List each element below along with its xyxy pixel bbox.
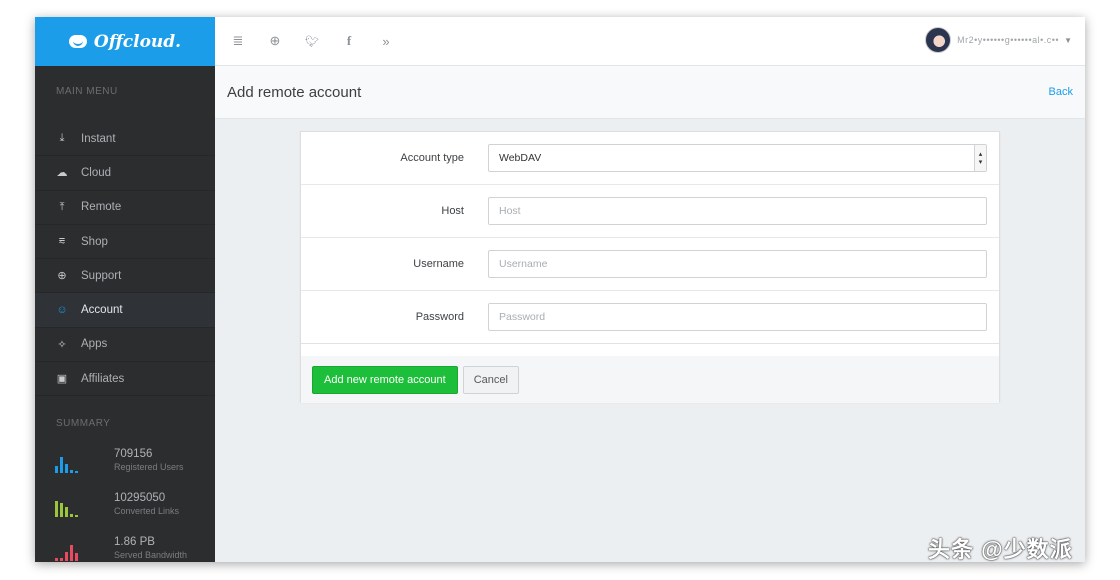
offcloud-logo-icon bbox=[68, 35, 87, 48]
stat-converted-links: 10295050 Converted Links bbox=[35, 489, 215, 533]
stat-registered-users: 709156 Registered Users bbox=[35, 445, 215, 489]
summary-heading: SUMMARY bbox=[56, 418, 111, 430]
brand-logo[interactable]: Offcloud. bbox=[35, 17, 215, 66]
wand-icon: ✧ bbox=[57, 338, 67, 351]
form-actions: Add new remote account Cancel bbox=[301, 356, 999, 403]
add-remote-account-button[interactable]: Add new remote account bbox=[312, 365, 458, 394]
cancel-button[interactable]: Cancel bbox=[462, 365, 519, 394]
sidebar-item-support[interactable]: ⊕ Support bbox=[35, 259, 215, 294]
menu-indent-icon[interactable]: ≣ bbox=[226, 33, 250, 49]
bar-chart-icon bbox=[55, 543, 79, 562]
sidebar-item-affiliates[interactable]: ▣ Affiliates bbox=[35, 362, 215, 397]
facebook-icon[interactable]: f bbox=[337, 33, 361, 49]
download-tray-icon: ⤓ bbox=[59, 132, 65, 145]
account-type-label: Account type bbox=[400, 152, 464, 164]
stat-value: 709156 bbox=[114, 448, 153, 461]
user-menu[interactable]: Mr2•y••••••g••••••al•.c•• ▼ bbox=[925, 27, 1072, 53]
cloud-icon: ☁ bbox=[56, 167, 68, 180]
avatar[interactable] bbox=[925, 27, 952, 53]
sidebar-item-label: Support bbox=[81, 269, 122, 282]
account-type-select[interactable]: WebDAV ▴ ▾ bbox=[488, 144, 987, 172]
sidebar-item-apps[interactable]: ✧ Apps bbox=[35, 328, 215, 363]
password-input[interactable]: Password bbox=[488, 303, 987, 331]
top-bar: ≣ ⊕ 🐦︎ f » Mr2•y••••••g••••••al•.c•• ▼ bbox=[215, 17, 1085, 66]
sidebar-item-label: Cloud bbox=[81, 166, 112, 179]
sidebar: Offcloud. MAIN MENU ⤓ Instant ☁ Cloud ⤒ … bbox=[35, 17, 215, 562]
users-icon: ☺ bbox=[56, 304, 68, 317]
stat-value: 10295050 bbox=[114, 492, 166, 505]
main-menu-heading: MAIN MENU bbox=[56, 86, 118, 97]
password-label: Password bbox=[415, 311, 464, 323]
stat-served-bandwidth: 1.86 PB Served Bandwidth bbox=[35, 533, 215, 562]
sidebar-item-cloud[interactable]: ☁ Cloud bbox=[35, 156, 215, 191]
form-row-password: Password Password bbox=[301, 291, 999, 344]
bar-chart-icon bbox=[55, 455, 79, 474]
sidebar-item-label: Shop bbox=[81, 235, 108, 248]
form-row-host: Host Host bbox=[301, 185, 999, 238]
username-input[interactable]: Username bbox=[488, 250, 987, 278]
stat-label: Converted Links bbox=[114, 506, 180, 517]
chevron-right-icon[interactable]: » bbox=[374, 34, 398, 49]
sidebar-item-label: Affiliates bbox=[81, 372, 125, 385]
account-type-selected-value: WebDAV bbox=[499, 152, 542, 164]
add-remote-account-form: Account type WebDAV ▴ ▾ Host Host Usernam… bbox=[300, 131, 1000, 403]
sidebar-item-shop[interactable]: ⩳ Shop bbox=[35, 225, 215, 260]
select-arrows-icon: ▴ ▾ bbox=[974, 145, 986, 171]
form-row-account-type: Account type WebDAV ▴ ▾ bbox=[301, 132, 999, 185]
sidebar-item-instant[interactable]: ⤓ Instant bbox=[35, 122, 215, 157]
watermark: 头条 @少数派 bbox=[928, 537, 1073, 562]
sidebar-item-label: Instant bbox=[81, 132, 116, 145]
host-input[interactable]: Host bbox=[488, 197, 987, 225]
sidebar-item-label: Apps bbox=[81, 338, 108, 351]
stat-label: Served Bandwidth bbox=[114, 550, 188, 561]
stat-label: Registered Users bbox=[114, 462, 184, 473]
back-link[interactable]: Back bbox=[1049, 86, 1073, 98]
page-header: Add remote account Back bbox=[215, 66, 1085, 119]
page-title: Add remote account bbox=[227, 83, 362, 101]
chevron-down-icon: ▼ bbox=[1064, 35, 1072, 45]
upload-tray-icon: ⤒ bbox=[59, 200, 65, 213]
lifebuoy-icon: ⊕ bbox=[57, 270, 67, 283]
brand-name: Offcloud. bbox=[93, 31, 182, 52]
username-label: Username bbox=[413, 258, 464, 270]
money-icon: ▣ bbox=[56, 373, 68, 386]
cart-icon: ⩳ bbox=[58, 235, 66, 248]
twitter-icon[interactable]: 🐦︎ bbox=[300, 35, 324, 48]
user-name: Mr2•y••••••g••••••al•.c•• bbox=[957, 35, 1060, 45]
app-window: Offcloud. MAIN MENU ⤓ Instant ☁ Cloud ⤒ … bbox=[35, 17, 1085, 562]
stat-value: 1.86 PB bbox=[114, 536, 155, 549]
globe-icon[interactable]: ⊕ bbox=[263, 33, 287, 49]
sidebar-item-label: Remote bbox=[81, 201, 122, 214]
form-row-username: Username Username bbox=[301, 238, 999, 291]
host-label: Host bbox=[441, 205, 464, 217]
sidebar-item-remote[interactable]: ⤒ Remote bbox=[35, 191, 215, 225]
sidebar-item-account[interactable]: ☺ Account bbox=[35, 293, 215, 328]
sidebar-item-label: Account bbox=[81, 304, 123, 317]
bar-chart-icon bbox=[55, 499, 79, 518]
